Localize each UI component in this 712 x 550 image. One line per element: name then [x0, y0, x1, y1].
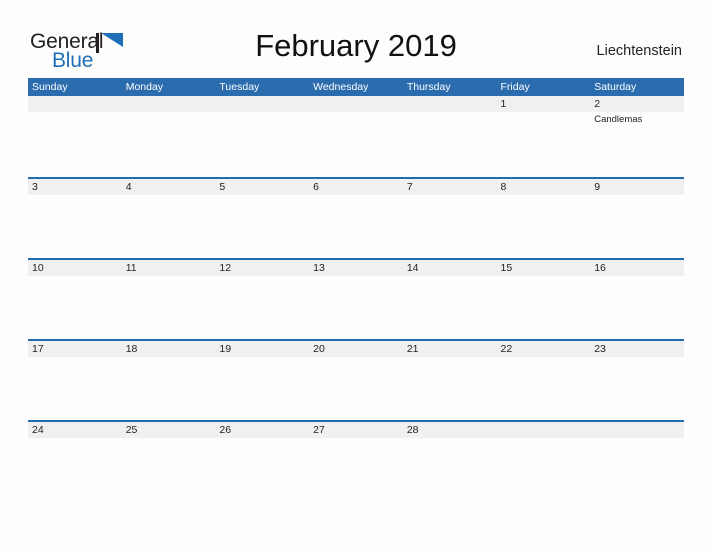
day-cell[interactable]: 8 — [497, 179, 591, 258]
calendar-grid: Sunday Monday Tuesday Wednesday Thursday… — [28, 78, 684, 501]
day-number: 4 — [125, 181, 132, 193]
day-number: 22 — [500, 343, 513, 355]
day-number: 11 — [125, 262, 137, 274]
day-number: 21 — [406, 343, 419, 355]
calendar-week-row: 1 2 Candlemas — [28, 96, 684, 177]
day-cell[interactable]: 1 — [497, 96, 591, 175]
day-cell[interactable]: 14 — [403, 260, 497, 339]
weekday-header-saturday: Saturday — [594, 81, 637, 93]
day-cell[interactable]: 10 — [28, 260, 122, 339]
day-cell[interactable] — [215, 96, 309, 175]
day-number: 19 — [219, 343, 232, 355]
day-number: 20 — [313, 343, 325, 355]
day-cell[interactable]: 5 — [215, 179, 309, 258]
day-number: 24 — [32, 424, 44, 436]
day-cell[interactable] — [497, 422, 591, 501]
day-cell[interactable]: 28 — [403, 422, 497, 501]
day-cell[interactable]: 18 — [122, 341, 216, 420]
day-cell[interactable]: 2 Candlemas — [590, 96, 684, 175]
day-cell[interactable]: 4 — [122, 179, 216, 258]
weekday-header-sunday: Sunday — [32, 81, 68, 93]
day-cell[interactable] — [403, 96, 497, 175]
day-number: 14 — [406, 262, 419, 274]
day-number: 25 — [125, 424, 138, 436]
calendar-week-row: 3 4 5 6 7 8 9 — [28, 177, 684, 258]
day-cell[interactable]: 12 — [215, 260, 309, 339]
day-cell[interactable]: 27 — [309, 422, 403, 501]
day-number: 1 — [500, 98, 507, 110]
day-number: 15 — [500, 262, 513, 274]
day-cell[interactable] — [122, 96, 216, 175]
weekday-header-wednesday: Wednesday — [313, 81, 369, 93]
day-number: 3 — [32, 181, 38, 193]
day-cell[interactable]: 17 — [28, 341, 122, 420]
day-number: 27 — [313, 424, 325, 436]
day-number: 8 — [500, 181, 507, 193]
day-number: 10 — [32, 262, 44, 274]
day-cell[interactable]: 15 — [497, 260, 591, 339]
weekday-header-tuesday: Tuesday — [219, 81, 260, 93]
weekday-header-thursday: Thursday — [406, 81, 451, 93]
weekday-header-friday: Friday — [500, 81, 530, 93]
day-cell[interactable]: 26 — [215, 422, 309, 501]
day-cell[interactable]: 6 — [309, 179, 403, 258]
calendar-week-row: 24 25 26 27 28 — [28, 420, 684, 501]
weekday-header-row: Sunday Monday Tuesday Wednesday Thursday… — [28, 78, 684, 96]
day-number: 13 — [313, 262, 325, 274]
weekday-header-monday: Monday — [125, 81, 164, 93]
day-cell[interactable]: 23 — [590, 341, 684, 420]
day-number: 5 — [219, 181, 226, 193]
day-cell[interactable] — [28, 96, 122, 175]
day-cell[interactable]: 13 — [309, 260, 403, 339]
day-number: 6 — [313, 181, 319, 193]
day-number: 2 — [594, 98, 601, 110]
day-cell[interactable]: 24 — [28, 422, 122, 501]
day-cell[interactable]: 22 — [497, 341, 591, 420]
calendar-week-row: 10 11 12 13 14 15 16 — [28, 258, 684, 339]
day-number: 17 — [32, 343, 44, 355]
calendar-week-row: 17 18 19 20 21 22 23 — [28, 339, 684, 420]
day-number: 16 — [594, 262, 606, 274]
day-event: Candlemas — [594, 114, 643, 125]
day-cell[interactable] — [590, 422, 684, 501]
day-cell[interactable]: 25 — [122, 422, 216, 501]
day-cell[interactable]: 7 — [403, 179, 497, 258]
page-header: General Blue February 2019 Liechtenstein — [0, 0, 712, 78]
day-cell[interactable] — [309, 96, 403, 175]
day-cell[interactable]: 16 — [590, 260, 684, 339]
day-cell[interactable]: 20 — [309, 341, 403, 420]
day-number: 18 — [125, 343, 138, 355]
day-number: 26 — [219, 424, 232, 436]
day-cell[interactable]: 19 — [215, 341, 309, 420]
day-number: 12 — [219, 262, 232, 274]
day-number: 28 — [406, 424, 419, 436]
country-label: Liechtenstein — [596, 43, 682, 59]
calendar-page: General Blue February 2019 Liechtenstein… — [0, 0, 712, 550]
day-cell[interactable]: 9 — [590, 179, 684, 258]
day-number: 23 — [594, 343, 606, 355]
day-cell[interactable]: 21 — [403, 341, 497, 420]
day-number: 9 — [594, 181, 601, 193]
day-number: 7 — [406, 181, 413, 193]
day-cell[interactable]: 11 — [122, 260, 216, 339]
day-cell[interactable]: 3 — [28, 179, 122, 258]
